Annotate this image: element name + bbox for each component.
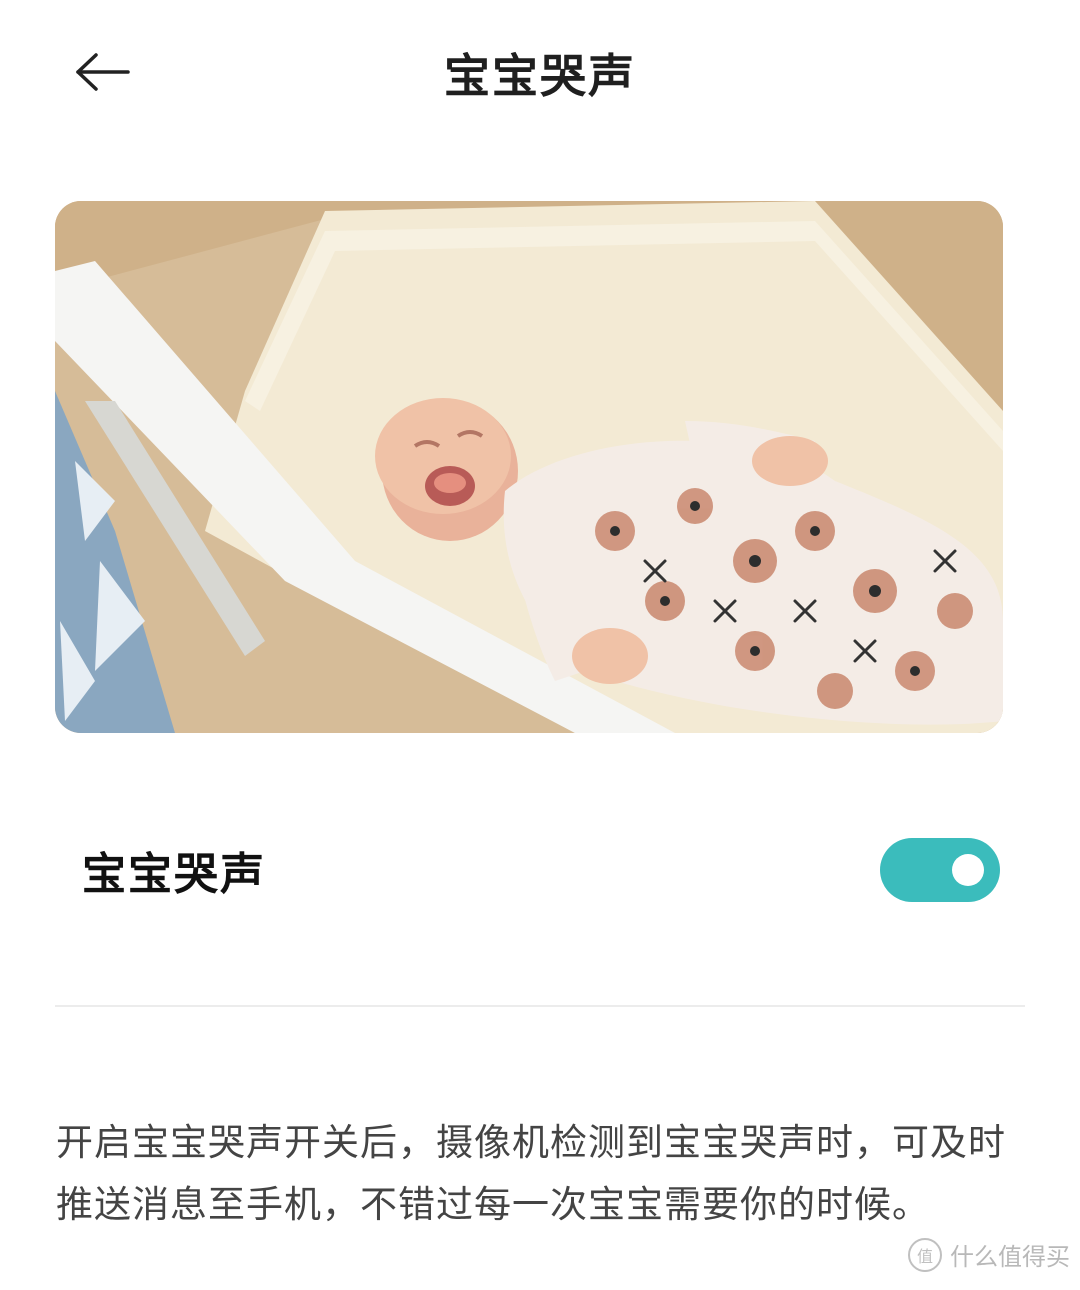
toggle-knob bbox=[952, 854, 984, 886]
crying-baby-photo bbox=[55, 201, 1003, 733]
setting-label: 宝宝哭声 bbox=[82, 849, 266, 900]
baby-cry-toggle[interactable] bbox=[880, 838, 1000, 902]
divider bbox=[55, 1005, 1025, 1007]
description-text: 开启宝宝哭声开关后，摄像机检测到宝宝哭声时，可及时推送消息至手机，不错过每一次宝… bbox=[56, 1121, 1006, 1226]
watermark-text: 什么值得买 bbox=[950, 1243, 1070, 1271]
top-bar: 宝宝哭声 bbox=[0, 0, 1080, 150]
watermark: 值 什么值得买 bbox=[908, 1237, 1070, 1272]
page-title: 宝宝哭声 bbox=[444, 49, 636, 103]
baby-cry-setting-row: 宝宝哭声 bbox=[55, 800, 1025, 940]
watermark-logo-icon: 值 bbox=[908, 1237, 942, 1272]
